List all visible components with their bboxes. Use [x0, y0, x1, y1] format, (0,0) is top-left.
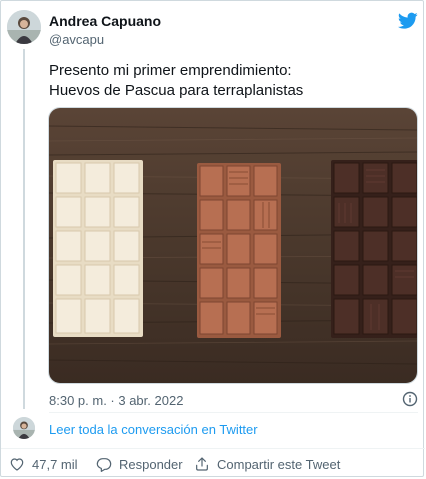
author-name[interactable]: Andrea Capuano	[49, 13, 161, 29]
tweet-text-line-1: Presento mi primer emprendimiento:	[49, 62, 292, 79]
author-handle[interactable]: @avcapu	[49, 32, 104, 47]
divider	[49, 412, 418, 413]
read-conversation-link[interactable]: Leer toda la conversación en Twitter	[49, 422, 258, 437]
share-icon	[196, 457, 208, 471]
share-label: Compartir este Tweet	[217, 456, 341, 472]
twitter-bird-icon[interactable]	[397, 12, 418, 30]
reply-label: Responder	[119, 456, 183, 472]
tweet-embed-card: Andrea Capuano @avcapu Presento mi prime…	[0, 0, 425, 477]
like-count: 47,7 mil	[32, 456, 78, 472]
heart-icon	[10, 458, 24, 471]
reply-button[interactable]: Responder	[96, 456, 183, 472]
reply-icon	[96, 458, 112, 472]
author-avatar[interactable]	[7, 10, 41, 44]
tweet-photo[interactable]	[48, 107, 418, 384]
tweet-text: Presento mi primer emprendimiento: Huevo…	[49, 61, 409, 101]
tweet-text-line-2: Huevos de Pascua para terraplanistas	[49, 82, 304, 99]
tweet-timestamp[interactable]: 8:30 p. m. · 3 abr. 2022	[49, 393, 183, 408]
thread-connector	[23, 49, 25, 409]
info-icon[interactable]	[402, 391, 418, 407]
share-button[interactable]: Compartir este Tweet	[194, 456, 340, 472]
like-button[interactable]: 47,7 mil	[9, 456, 78, 472]
thread-avatar[interactable]	[13, 417, 35, 439]
divider	[1, 448, 425, 449]
